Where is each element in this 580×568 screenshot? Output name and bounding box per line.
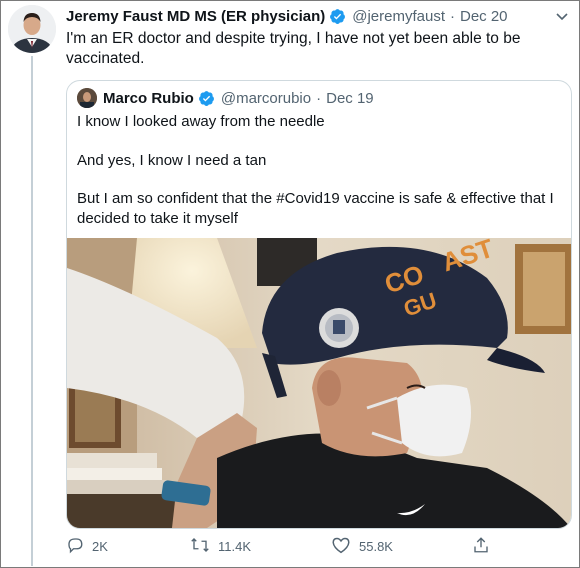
reply-count: 2K xyxy=(92,538,108,554)
tweet-header: Jeremy Faust MD MS (ER physician) @jerem… xyxy=(66,5,571,27)
like-button[interactable]: 55.8K xyxy=(331,534,393,558)
quoted-author-handle: @marcorubio xyxy=(220,89,312,107)
verified-badge-icon xyxy=(198,90,215,107)
share-button[interactable] xyxy=(472,534,498,558)
quoted-paragraph: And yes, I know I need a tan xyxy=(77,151,267,169)
tweet-date[interactable]: Dec 20 xyxy=(460,8,508,25)
separator-dot: · xyxy=(316,89,322,107)
heart-icon xyxy=(331,536,359,557)
quoted-paragraph: But I am so confident that the #Covid19 … xyxy=(77,190,554,227)
verified-badge-icon xyxy=(329,8,346,25)
retweet-icon xyxy=(190,536,218,557)
author-name[interactable]: Jeremy Faust MD MS (ER physician) xyxy=(66,8,325,25)
tweet-text: I'm an ER doctor and despite trying, I h… xyxy=(66,30,521,67)
like-count: 55.8K xyxy=(359,538,393,554)
tweet-frame: Jeremy Faust MD MS (ER physician) @jerem… xyxy=(0,0,580,568)
chevron-down-icon[interactable] xyxy=(552,9,572,25)
quoted-tweet[interactable]: Marco Rubio @marcorubio · Dec 19 I know … xyxy=(66,80,572,529)
reply-button[interactable]: 2K xyxy=(66,534,108,558)
quoted-author-name: Marco Rubio xyxy=(103,89,194,107)
retweet-button[interactable]: 11.4K xyxy=(190,534,251,558)
quoted-tweet-header: Marco Rubio @marcorubio · Dec 19 xyxy=(77,88,374,108)
quoted-author-avatar xyxy=(77,88,97,108)
retweet-count: 11.4K xyxy=(218,538,252,554)
author-handle[interactable]: @jeremyfaust xyxy=(352,8,445,25)
quoted-tweet-photo[interactable]: CO AST GU xyxy=(67,233,571,528)
tweet-body: Jeremy Faust MD MS (ER physician) @jerem… xyxy=(66,5,571,69)
quoted-paragraph: I know I looked away from the needle xyxy=(77,113,325,130)
thread-line xyxy=(31,56,33,566)
author-avatar[interactable] xyxy=(8,5,56,53)
share-icon xyxy=(472,536,498,557)
tweet-actions: 2K 11.4K 55.8K xyxy=(66,534,506,558)
quoted-tweet-date: Dec 19 xyxy=(326,89,374,107)
separator-dot: · xyxy=(450,7,455,25)
quoted-tweet-text: I know I looked away from the needle And… xyxy=(77,112,562,247)
reply-icon xyxy=(66,536,92,557)
